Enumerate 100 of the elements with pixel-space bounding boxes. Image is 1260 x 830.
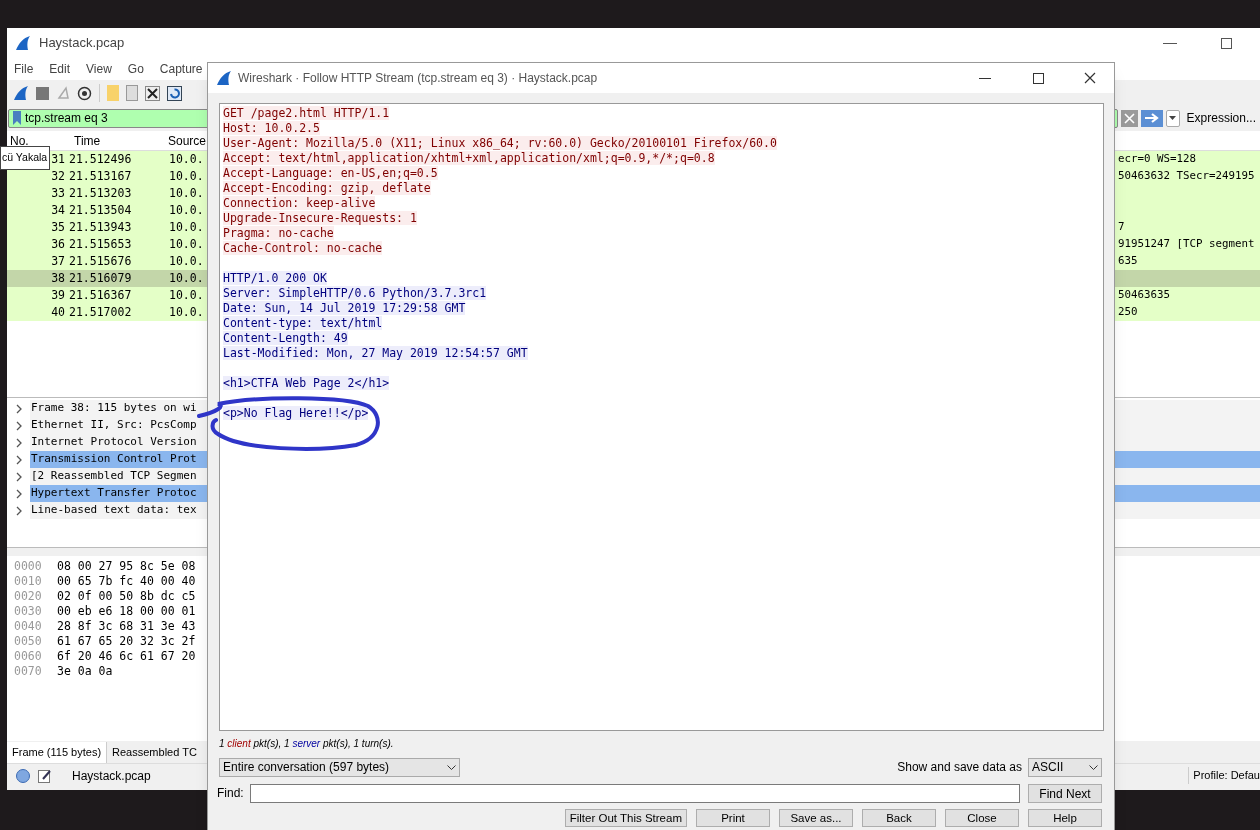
packet-info: ecr=0 WS=128 — [1118, 151, 1197, 168]
close-file-icon[interactable] — [145, 85, 160, 101]
hex-offset: 0040 — [13, 619, 43, 634]
hex-offset: 0030 — [13, 604, 43, 619]
expression-button[interactable]: Expression... — [1186, 109, 1256, 127]
tooltip: cü Yakala — [0, 146, 51, 170]
hex-offset: 0000 — [13, 559, 43, 574]
dialog-button[interactable]: Save as... — [779, 809, 853, 827]
packet-info: 91951247 [TCP segment — [1118, 236, 1256, 253]
chevron-right-icon[interactable] — [14, 471, 23, 482]
packet-time: 21.516367 — [68, 286, 133, 304]
packet-time: 21.515653 — [68, 235, 133, 253]
packet-source: 10.0. — [169, 286, 205, 304]
chevron-right-icon[interactable] — [14, 437, 23, 448]
hex-bytes: 28 8f 3c 68 31 3e 43 — [57, 619, 196, 634]
shark-fin-icon — [15, 35, 31, 51]
packet-number: 39 — [50, 286, 65, 304]
packet-source: 10.0. — [169, 150, 205, 168]
hex-bytes: 02 0f 00 50 8b dc c5 — [57, 589, 196, 604]
hex-bytes: 61 67 65 20 32 3c 2f — [57, 634, 196, 649]
packet-number: 36 — [50, 235, 65, 253]
hex-bytes: 00 eb e6 18 00 00 01 — [57, 604, 196, 619]
packet-time: 21.515676 — [68, 252, 133, 270]
window-title: Haystack.pcap — [39, 34, 125, 53]
close-icon — [1123, 112, 1135, 124]
menu-item[interactable]: Go — [127, 60, 144, 78]
packet-time: 21.513943 — [68, 218, 133, 236]
hex-bytes: 6f 20 46 6c 61 67 20 — [57, 649, 196, 664]
packet-number: 31 — [50, 150, 65, 168]
chevron-right-icon[interactable] — [14, 505, 23, 516]
packet-info: 635 — [1118, 253, 1139, 270]
dialog-button[interactable]: Help — [1028, 809, 1102, 827]
packet-source: 10.0. — [169, 184, 205, 202]
packet-number: 33 — [50, 184, 65, 202]
packet-source: 10.0. — [169, 218, 205, 236]
packet-info: 50463632 TSecr=249195 — [1118, 168, 1256, 185]
packet-source: 10.0. — [169, 303, 205, 321]
status-file-name: Haystack.pcap — [72, 767, 151, 785]
find-label: Find: — [217, 785, 244, 802]
edit-icon[interactable] — [38, 768, 52, 783]
packet-info: 50463635 — [1118, 287, 1171, 304]
menu-item[interactable]: File — [14, 60, 34, 78]
packet-number: 32 — [50, 167, 65, 185]
chevron-right-icon[interactable] — [14, 403, 23, 414]
stream-text-area[interactable] — [219, 103, 1104, 731]
hex-offset: 0060 — [13, 649, 43, 664]
minimize-icon[interactable] — [1163, 42, 1177, 44]
shark-fin-icon — [13, 85, 29, 101]
packet-number: 35 — [50, 218, 65, 236]
menu-item[interactable]: View — [86, 60, 112, 78]
hex-offset: 0070 — [13, 664, 43, 679]
bookmark-icon[interactable] — [12, 111, 22, 125]
packet-time: 21.516079 — [68, 269, 133, 287]
chevron-right-icon[interactable] — [14, 420, 23, 431]
menu-item[interactable]: Capture — [159, 60, 203, 78]
byte-tab[interactable]: Frame (115 bytes) — [7, 742, 107, 763]
shark-fin-icon — [216, 70, 232, 86]
packet-source: 10.0. — [169, 235, 205, 253]
find-next-button[interactable]: Find Next — [1028, 783, 1102, 803]
clear-filter-button[interactable] — [1121, 109, 1138, 127]
maximize-icon[interactable] — [1221, 37, 1232, 49]
packet-time: 21.513504 — [68, 201, 133, 219]
column-header[interactable]: Time — [71, 131, 165, 150]
stream-stats: 1 client pkt(s), 1 server pkt(s), 1 turn(s). — [219, 737, 395, 751]
packet-time: 21.512496 — [68, 150, 133, 168]
packet-source: 10.0. — [169, 167, 205, 185]
minimize-icon[interactable] — [979, 77, 991, 79]
chevron-right-icon[interactable] — [14, 454, 23, 465]
packet-source: 10.0. — [169, 269, 205, 287]
packet-time: 21.517002 — [68, 303, 133, 321]
dialog-button[interactable]: Filter Out This Stream — [564, 809, 687, 827]
dialog-button[interactable]: Close — [945, 809, 1019, 827]
find-field[interactable] — [249, 783, 1020, 803]
hex-offset: 0050 — [13, 634, 43, 649]
chevron-right-icon[interactable] — [14, 488, 23, 499]
packet-number: 40 — [50, 303, 65, 321]
chevron-down-icon — [447, 764, 456, 770]
reload-icon[interactable] — [167, 85, 182, 101]
hex-bytes: 08 00 27 95 8c 5e 08 — [57, 559, 196, 574]
conversation-select[interactable]: Entire conversation (597 bytes) — [219, 757, 460, 777]
packet-info: 7 — [1118, 219, 1126, 236]
hex-bytes: 00 65 7b fc 40 00 40 — [57, 574, 196, 589]
arrow-right-icon — [1143, 113, 1160, 123]
hex-offset: 0020 — [13, 589, 43, 604]
profile-label[interactable]: Profile: Defau — [1188, 767, 1260, 784]
stop-icon[interactable] — [36, 86, 49, 100]
maximize-icon[interactable] — [1033, 72, 1044, 84]
filter-history-button[interactable] — [1165, 109, 1180, 127]
packet-source: 10.0. — [169, 252, 205, 270]
caret-icon — [1169, 116, 1177, 120]
format-select[interactable]: ASCII — [1028, 757, 1102, 777]
chevron-down-icon — [1089, 764, 1098, 770]
dialog-button[interactable]: Print — [696, 809, 770, 827]
packet-time: 21.513203 — [68, 184, 133, 202]
packet-number: 37 — [50, 252, 65, 270]
dialog-button[interactable]: Back — [862, 809, 936, 827]
packet-info: 250 — [1118, 304, 1139, 321]
format-label: Show and save data as — [897, 759, 1022, 776]
close-icon[interactable] — [1084, 72, 1096, 84]
menu-item[interactable]: Edit — [49, 60, 71, 78]
